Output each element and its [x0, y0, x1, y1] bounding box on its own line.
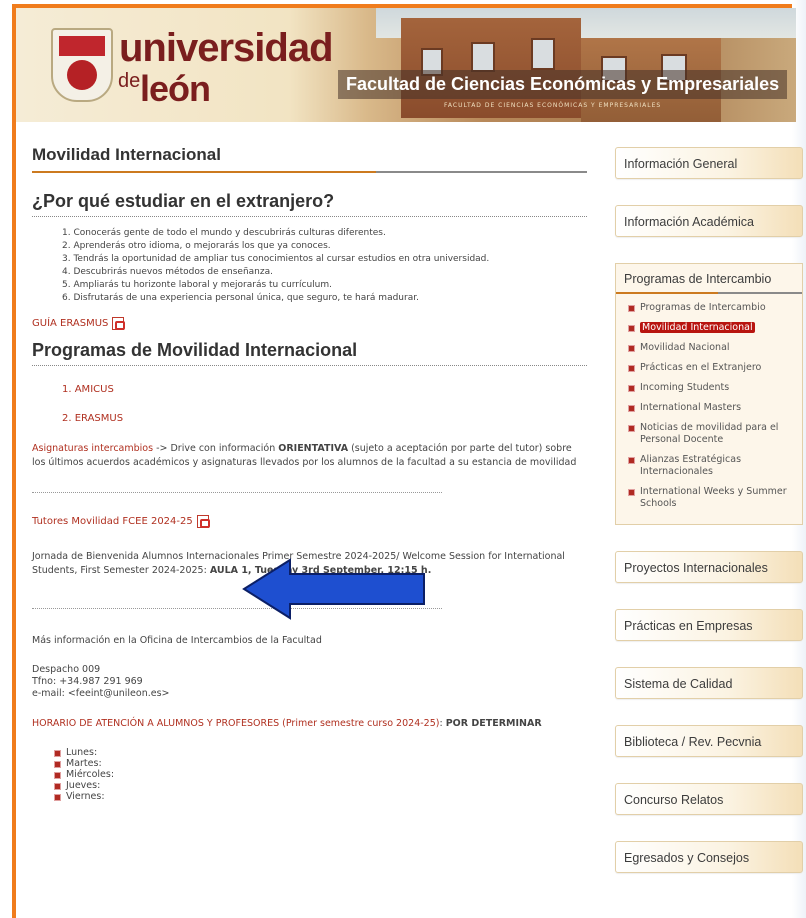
email[interactable]: e-mail: <feeint@unileon.es> — [32, 688, 587, 700]
horario-link[interactable]: HORARIO DE ATENCIÓN A ALUMNOS Y PROFESOR… — [32, 718, 439, 729]
submenu-label[interactable]: Incoming Students — [640, 382, 729, 393]
sidebar-item-proyectos[interactable]: Proyectos Internacionales — [615, 551, 803, 583]
bullet-icon — [54, 750, 61, 757]
main-content: Movilidad Internacional ¿Por qué estudia… — [32, 145, 587, 802]
asignaturas-link[interactable]: Asignaturas intercambios — [32, 443, 153, 454]
submenu-list: Programas de Intercambio Movilidad Inter… — [616, 302, 802, 510]
erasmus-link[interactable]: 2. ERASMUS — [62, 413, 123, 424]
why-heading: ¿Por qué estudiar en el extranjero? — [32, 191, 587, 217]
submenu-label[interactable]: Alianzas Estratégicas Internacionales — [640, 454, 741, 477]
sidebar-item-sistema-calidad[interactable]: Sistema de Calidad — [615, 667, 803, 699]
list-item: Martes: — [54, 758, 587, 769]
list-item: 2. Aprenderás otro idioma, o mejorarás l… — [62, 241, 331, 251]
page-title: Movilidad Internacional — [32, 145, 587, 173]
submenu-label[interactable]: Noticias de movilidad para el Personal D… — [640, 422, 778, 445]
guide-row: GUÍA ERASMUS — [32, 317, 587, 330]
sidebar-item-egresados[interactable]: Egresados y Consejos — [615, 841, 803, 873]
contact-block: Despacho 009 Tfno: +34.987 291 969 e-mai… — [32, 664, 587, 700]
bullet-icon — [628, 489, 635, 496]
sidebar-submenu: Programas de Intercambio Programas de In… — [615, 263, 803, 525]
submenu-item[interactable]: International Weeks y Summer Schools — [628, 486, 796, 510]
list-item: Lunes: — [54, 747, 587, 758]
asig-text: -> Drive con información — [153, 443, 279, 454]
day-label: Viernes: — [66, 791, 105, 802]
office: Despacho 009 — [32, 664, 101, 675]
pdf-icon[interactable] — [196, 515, 210, 528]
building-plaque: FACULTAD DE CIENCIAS ECONÓMICAS Y EMPRES… — [444, 102, 662, 109]
list-item: 3. Tendrás la oportunidad de ampliar tus… — [62, 254, 490, 264]
sidebar-item-biblioteca[interactable]: Biblioteca / Rev. Pecvnia — [615, 725, 803, 757]
sidebar: Información General Información Académic… — [615, 147, 803, 899]
submenu-label[interactable]: Programas de Intercambio — [640, 302, 766, 313]
logo-universidad[interactable]: universidad — [119, 26, 334, 71]
list-item: 1. Conocerás gente de todo el mundo y de… — [62, 228, 386, 238]
bullet-icon — [628, 425, 635, 432]
asignaturas-paragraph: Asignaturas intercambios -> Drive con in… — [32, 442, 587, 470]
bullet-icon — [628, 365, 635, 372]
bullet-icon — [54, 794, 61, 801]
sidebar-item-concurso-relatos[interactable]: Concurso Relatos — [615, 783, 803, 815]
bullet-icon — [628, 385, 635, 392]
sidebar-item-practicas-empresas[interactable]: Prácticas en Empresas — [615, 609, 803, 641]
bullet-icon — [54, 761, 61, 768]
submenu-label[interactable]: International Weeks y Summer Schools — [640, 486, 787, 509]
reasons-list: 1. Conocerás gente de todo el mundo y de… — [62, 227, 587, 305]
day-label: Martes: — [66, 758, 102, 769]
list-item: 5. Ampliarás tu horizonte laboral y mejo… — [62, 280, 332, 290]
bullet-icon — [54, 783, 61, 790]
submenu-item[interactable]: International Masters — [628, 402, 796, 414]
arrow-annotation-icon — [242, 558, 425, 620]
submenu-item-active[interactable]: Movilidad Internacional — [628, 322, 796, 334]
programs-heading: Programas de Movilidad Internacional — [32, 340, 587, 366]
submenu-label-active[interactable]: Movilidad Internacional — [640, 322, 755, 333]
phone: Tfno: +34.987 291 969 — [32, 676, 143, 687]
faculty-name: Facultad de Ciencias Económicas y Empres… — [338, 70, 788, 99]
site-header: universidad de león Facultad de Ciencias… — [16, 8, 796, 122]
horario-bold: POR DETERMINAR — [445, 718, 542, 729]
divider — [32, 492, 442, 493]
list-item: Miércoles: — [54, 769, 587, 780]
asig-bold: ORIENTATIVA — [278, 443, 349, 454]
info-text: Más información en la Oficina de Interca… — [32, 635, 322, 646]
list-item: 4. Descubrirás nuevos métodos de enseñan… — [62, 267, 273, 277]
horario-row: HORARIO DE ATENCIÓN A ALUMNOS Y PROFESOR… — [32, 718, 587, 729]
day-label: Lunes: — [66, 747, 98, 758]
guia-erasmus-link[interactable]: GUÍA ERASMUS — [32, 318, 108, 329]
logo-leon[interactable]: león — [140, 68, 211, 110]
submenu-item[interactable]: Alianzas Estratégicas Internacionales — [628, 454, 796, 478]
tutores-row: Tutores Movilidad FCEE 2024-25 — [32, 515, 587, 528]
sidebar-item-programas-intercambio[interactable]: Programas de Intercambio — [616, 264, 802, 294]
list-item: Viernes: — [54, 791, 587, 802]
submenu-item[interactable]: Noticias de movilidad para el Personal D… — [628, 422, 796, 446]
sidebar-item-informacion-academica[interactable]: Información Académica — [615, 205, 803, 237]
submenu-item[interactable]: Movilidad Nacional — [628, 342, 796, 354]
submenu-label[interactable]: Movilidad Nacional — [640, 342, 730, 353]
bullet-icon — [628, 345, 635, 352]
days-list: Lunes: Martes: Miércoles: Jueves: Vierne… — [54, 747, 587, 802]
submenu-label[interactable]: International Masters — [640, 402, 741, 413]
pdf-icon[interactable] — [112, 317, 126, 330]
logo-de: de — [118, 70, 141, 92]
sidebar-item-informacion-general[interactable]: Información General — [615, 147, 803, 179]
bullet-icon — [628, 325, 635, 332]
list-item: Jueves: — [54, 780, 587, 791]
tutores-link[interactable]: Tutores Movilidad FCEE 2024-25 — [32, 516, 193, 527]
submenu-label[interactable]: Prácticas en el Extranjero — [640, 362, 761, 373]
day-label: Miércoles: — [66, 769, 115, 780]
submenu-item[interactable]: Incoming Students — [628, 382, 796, 394]
amicus-link[interactable]: 1. AMICUS — [62, 384, 114, 395]
bullet-icon — [628, 305, 635, 312]
submenu-item[interactable]: Prácticas en el Extranjero — [628, 362, 796, 374]
bullet-icon — [628, 405, 635, 412]
bullet-icon — [54, 772, 61, 779]
bullet-icon — [628, 457, 635, 464]
university-crest-icon[interactable] — [51, 28, 113, 102]
day-label: Jueves: — [66, 780, 101, 791]
submenu-item[interactable]: Programas de Intercambio — [628, 302, 796, 314]
list-item: 6. Disfrutarás de una experiencia person… — [62, 293, 419, 303]
